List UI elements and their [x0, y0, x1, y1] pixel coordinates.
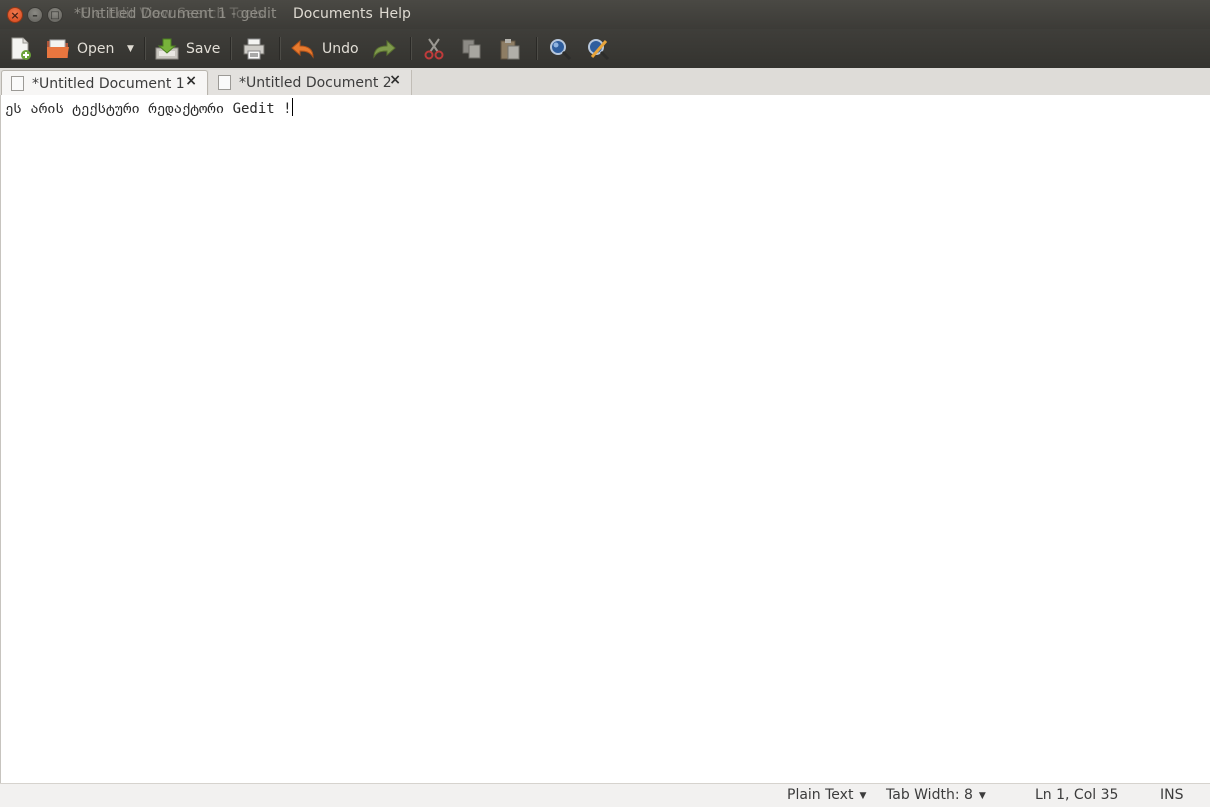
save-button[interactable]: Save [155, 29, 220, 68]
open-recent-dropdown[interactable]: ▼ [127, 29, 134, 68]
toolbar-separator [536, 37, 538, 60]
undo-icon [291, 39, 314, 59]
toolbar-separator [144, 37, 146, 60]
toolbar-separator [230, 37, 232, 60]
text-caret [291, 98, 293, 116]
menu-documents[interactable]: Documents [293, 6, 373, 22]
window-minimize-button[interactable]: – [27, 7, 43, 23]
tab-close-icon[interactable]: × [389, 72, 401, 88]
tab-bar: *Untitled Document 1 × *Untitled Documen… [0, 68, 1210, 96]
toolbar-separator [279, 37, 281, 60]
editor-content[interactable]: ეს არის ტექსტური რედაქტორი Gedit ! [5, 101, 292, 117]
paste-button[interactable] [499, 29, 521, 68]
save-icon [155, 38, 179, 59]
chevron-down-icon: ▼ [978, 791, 986, 801]
cut-button[interactable] [423, 29, 445, 68]
chevron-down-icon: ▼ [859, 791, 867, 801]
open-label: Open [77, 40, 115, 57]
menu-help[interactable]: Help [379, 6, 411, 22]
window-maximize-button[interactable]: □ [47, 7, 63, 23]
copy-button[interactable] [461, 29, 483, 68]
save-label: Save [186, 40, 221, 57]
cursor-position: Ln 1, Col 35 [1035, 787, 1119, 803]
tab-close-icon[interactable]: × [185, 73, 197, 89]
toolbar: Open ▼ Save Undo [0, 29, 1210, 69]
scissors-icon [424, 37, 444, 59]
print-button[interactable] [242, 29, 266, 68]
toolbar-separator [410, 37, 412, 60]
tab-width-label: Tab Width: 8 [886, 787, 973, 803]
undo-button[interactable]: Undo [291, 29, 359, 68]
redo-icon [373, 39, 396, 59]
status-bar: Plain Text ▼ Tab Width: 8 ▼ Ln 1, Col 35 I… [0, 783, 1210, 807]
editor-line[interactable]: ეს არის ტექსტური რედაქტორი Gedit ! [5, 98, 293, 117]
new-document-icon [11, 37, 31, 60]
open-button[interactable]: Open [46, 29, 114, 68]
title-bar: × – □ *Untitled Document 1 - gedit File … [0, 0, 1210, 29]
tab-untitled-document-2[interactable]: *Untitled Document 2 × [209, 70, 412, 95]
tab-label: *Untitled Document 2 [239, 74, 392, 91]
text-editor[interactable]: ეს არის ტექსტური რედაქტორი Gedit ! [0, 95, 1210, 783]
new-document-button[interactable] [10, 29, 32, 68]
copy-icon [462, 39, 481, 58]
find-button[interactable] [548, 29, 572, 68]
window-close-button[interactable]: × [7, 7, 23, 23]
tab-label: *Untitled Document 1 [32, 75, 185, 92]
tab-width-selector[interactable]: Tab Width: 8 ▼ [886, 787, 986, 803]
find-replace-button[interactable] [586, 29, 610, 68]
insert-mode: INS [1160, 787, 1184, 803]
folder-open-icon [47, 39, 69, 58]
search-icon [550, 38, 572, 60]
paste-icon [500, 38, 520, 59]
document-icon [218, 75, 231, 90]
tab-untitled-document-1[interactable]: *Untitled Document 1 × [1, 70, 208, 96]
redo-button[interactable] [372, 29, 396, 68]
menu-hidden-items[interactable]: File Edit View Search Tools [80, 6, 264, 22]
language-selector[interactable]: Plain Text ▼ [787, 787, 866, 803]
document-icon [11, 76, 24, 91]
undo-label: Undo [322, 40, 359, 57]
printer-icon [243, 38, 265, 59]
find-replace-icon [588, 38, 610, 60]
language-label: Plain Text [787, 787, 854, 803]
